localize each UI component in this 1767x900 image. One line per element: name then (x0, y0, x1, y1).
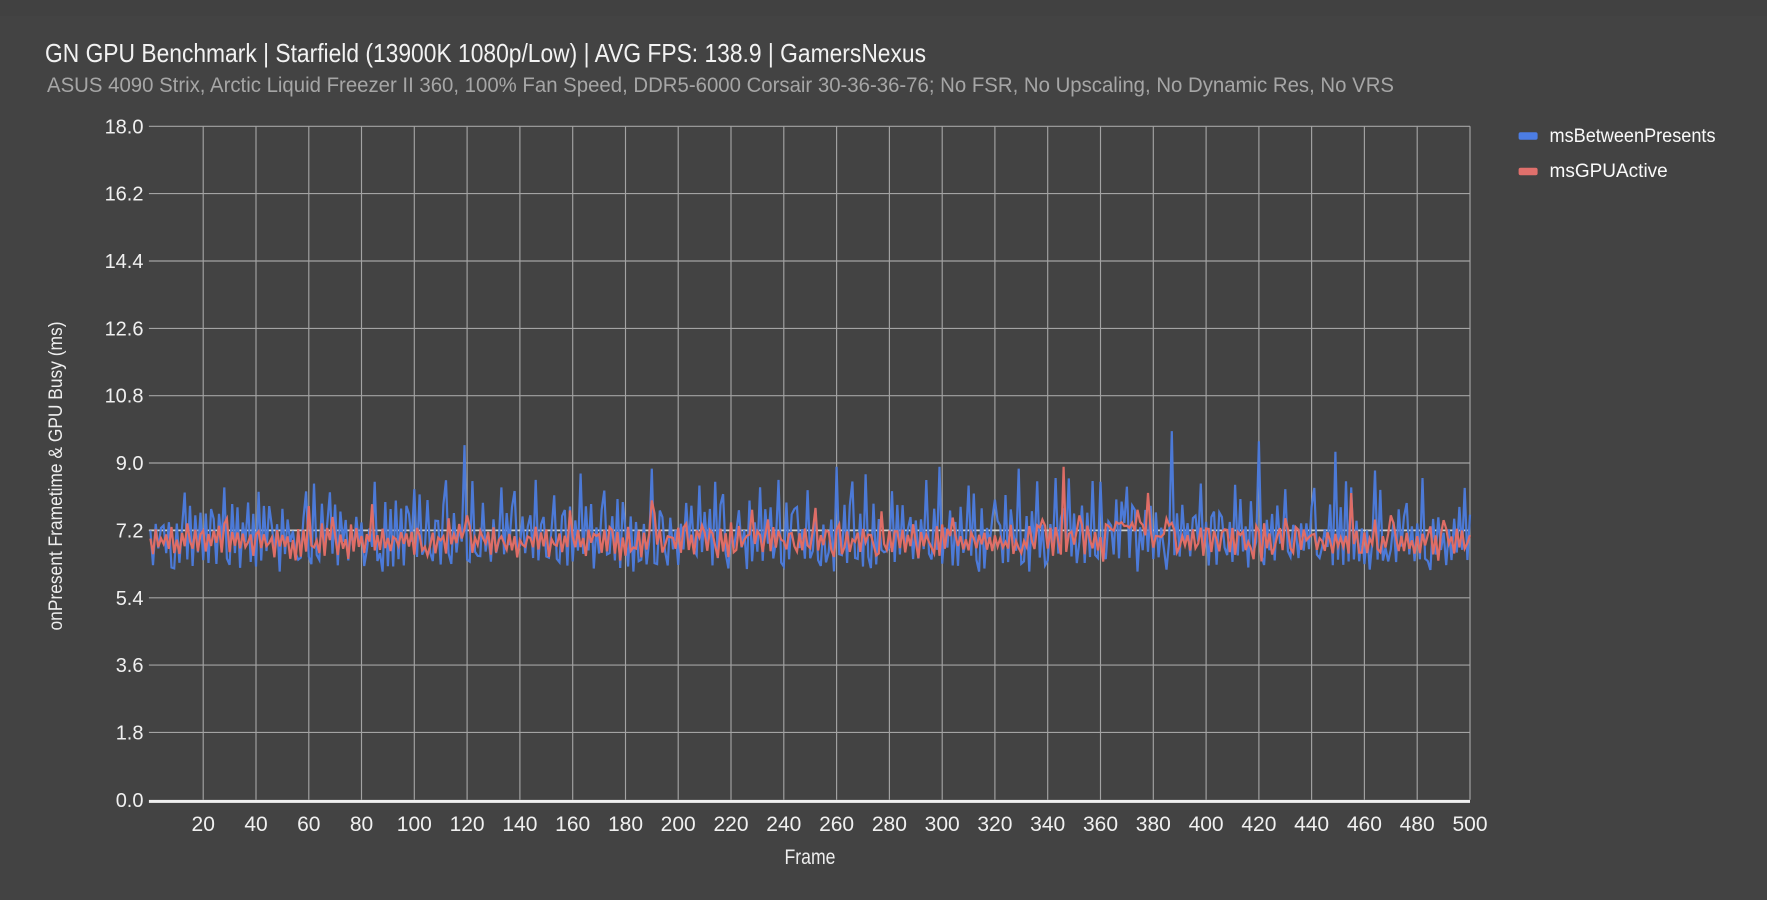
svg-text:9.0: 9.0 (116, 453, 144, 475)
svg-text:Frame: Frame (785, 846, 836, 869)
svg-text:GN GPU Benchmark | Starfield (: GN GPU Benchmark | Starfield (13900K 108… (45, 38, 926, 68)
svg-text:onPresent Frametime & GPU Busy: onPresent Frametime & GPU Busy (ms) (46, 322, 67, 631)
svg-text:msGPUActive: msGPUActive (1550, 161, 1668, 182)
svg-text:460: 460 (1347, 813, 1382, 836)
svg-text:280: 280 (872, 813, 907, 836)
svg-text:1.8: 1.8 (116, 722, 144, 744)
svg-text:240: 240 (766, 813, 801, 836)
svg-text:200: 200 (661, 813, 696, 836)
svg-text:3.6: 3.6 (116, 655, 144, 677)
svg-text:320: 320 (977, 813, 1012, 836)
svg-text:300: 300 (925, 813, 960, 836)
svg-text:10.8: 10.8 (105, 386, 144, 408)
svg-text:5.4: 5.4 (116, 588, 144, 610)
svg-text:20: 20 (192, 813, 215, 836)
svg-text:160: 160 (555, 813, 590, 836)
svg-text:180: 180 (608, 813, 643, 836)
svg-text:380: 380 (1136, 813, 1171, 836)
svg-text:14.4: 14.4 (105, 251, 144, 273)
svg-text:120: 120 (450, 813, 485, 836)
svg-text:100: 100 (397, 813, 432, 836)
svg-text:440: 440 (1294, 813, 1329, 836)
svg-text:80: 80 (350, 813, 373, 836)
svg-text:340: 340 (1030, 813, 1065, 836)
svg-text:60: 60 (297, 813, 320, 836)
svg-text:ASUS 4090 Strix, Arctic Liquid: ASUS 4090 Strix, Arctic Liquid Freezer I… (47, 74, 1394, 97)
svg-text:140: 140 (502, 813, 537, 836)
svg-text:500: 500 (1452, 813, 1487, 836)
svg-text:360: 360 (1083, 813, 1118, 836)
svg-text:420: 420 (1241, 813, 1276, 836)
svg-text:40: 40 (244, 813, 267, 836)
svg-text:7.2: 7.2 (116, 520, 144, 542)
svg-text:16.2: 16.2 (105, 184, 144, 206)
svg-text:220: 220 (713, 813, 748, 836)
svg-text:260: 260 (819, 813, 854, 836)
svg-text:msBetweenPresents: msBetweenPresents (1550, 126, 1716, 147)
svg-text:12.6: 12.6 (105, 318, 144, 340)
svg-text:18.0: 18.0 (105, 116, 144, 138)
svg-text:400: 400 (1189, 813, 1224, 836)
svg-text:0.0: 0.0 (116, 790, 144, 812)
svg-text:480: 480 (1400, 813, 1435, 836)
